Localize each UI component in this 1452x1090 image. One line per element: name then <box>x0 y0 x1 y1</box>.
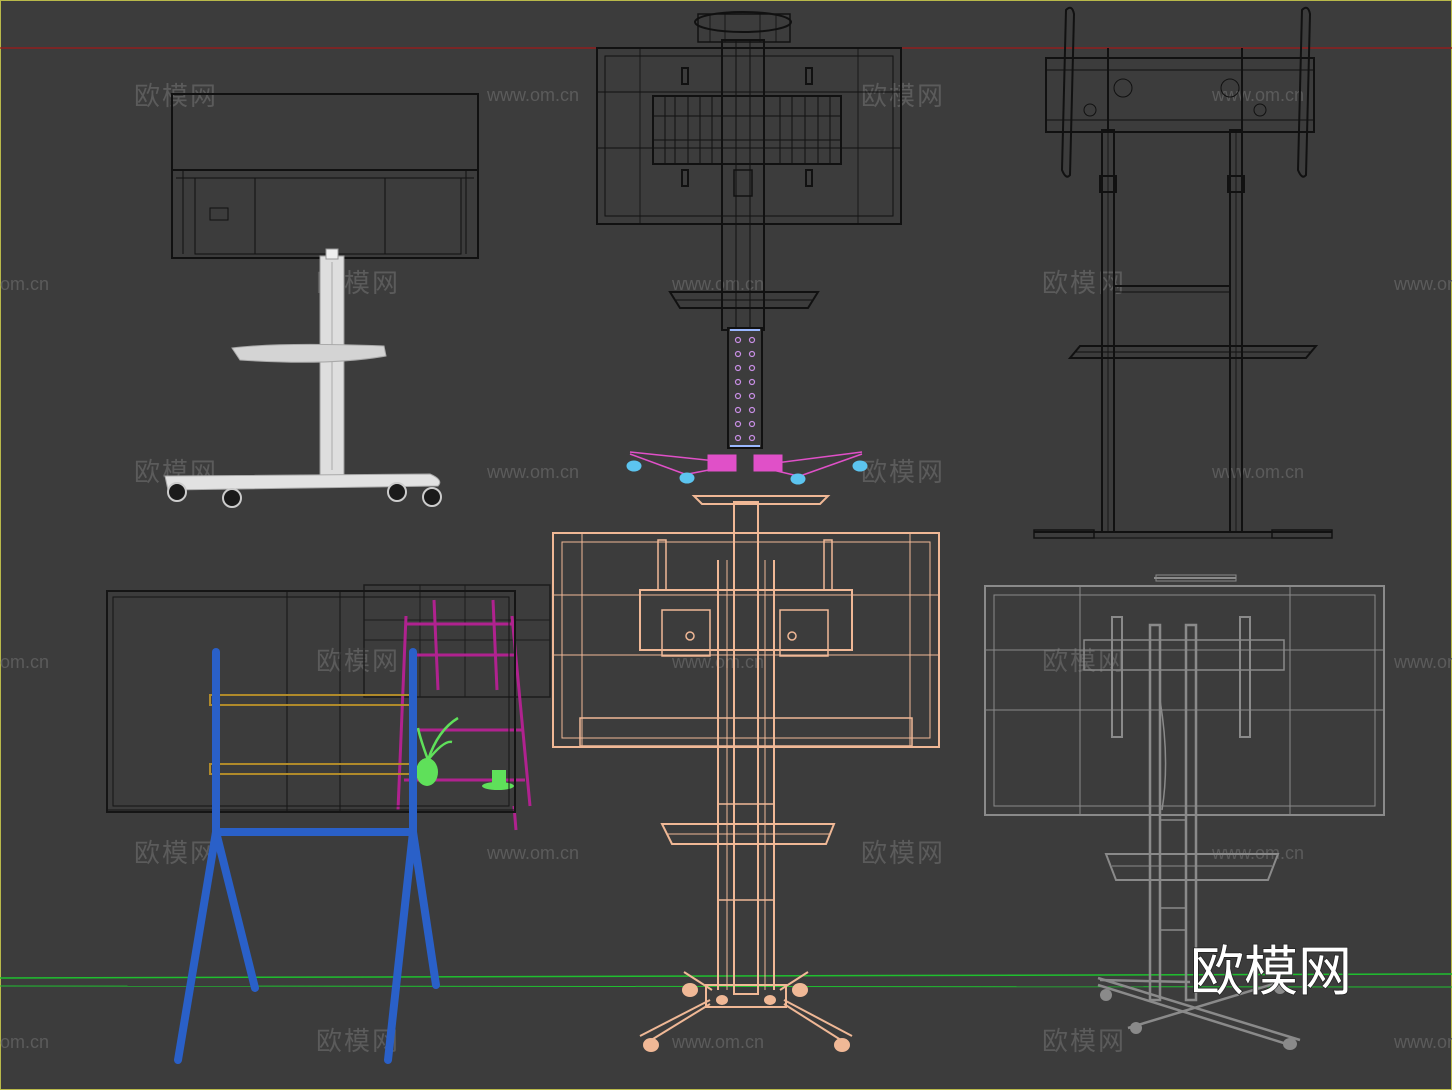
watermark-brand: 欧模网 <box>134 82 218 112</box>
watermark-url: www.om.cn <box>1393 1032 1452 1052</box>
watermark-brand: 欧模网 <box>316 647 400 677</box>
watermark-url: www.om.cn <box>1211 462 1304 482</box>
watermark-url-partial: om.cn <box>0 1032 49 1052</box>
magenta-side-cart[interactable] <box>363 584 551 831</box>
white-mobile-tv-cart[interactable] <box>164 93 479 508</box>
watermark-url: www.om.cn <box>1393 274 1452 294</box>
watermark-url: www.om.cn <box>671 1032 764 1052</box>
watermark-url: www.om.cn <box>486 85 579 105</box>
peach-tv-trolley[interactable] <box>552 495 940 1052</box>
watermark-url: www.om.cn <box>486 462 579 482</box>
watermark-brand: 欧模网 <box>861 458 945 488</box>
black-wireframe-cart-with-tray[interactable] <box>596 11 902 485</box>
viewport-canvas[interactable]: 欧模网 www.om.cn 欧模网 www.om.cn om.cn 欧模网 ww… <box>0 0 1452 1090</box>
watermark-url: www.om.cn <box>486 843 579 863</box>
blue-easel-whiteboard-stand[interactable] <box>106 590 516 1064</box>
watermark-brand: 欧模网 <box>861 839 945 869</box>
watermark-brand: 欧模网 <box>861 82 945 112</box>
brand-logo-watermark: 欧模网 <box>1190 940 1352 1003</box>
watermark-url-partial: om.cn <box>0 652 49 672</box>
watermark-layer: 欧模网 www.om.cn 欧模网 www.om.cn om.cn 欧模网 ww… <box>0 82 1452 1057</box>
3d-viewport[interactable]: 欧模网 www.om.cn 欧模网 www.om.cn om.cn 欧模网 ww… <box>0 0 1452 1090</box>
watermark-url: www.om.cn <box>1393 652 1452 672</box>
watermark-brand: 欧模网 <box>1042 1027 1126 1057</box>
watermark-url-partial: om.cn <box>0 274 49 294</box>
watermark-brand: 欧模网 <box>134 839 218 869</box>
